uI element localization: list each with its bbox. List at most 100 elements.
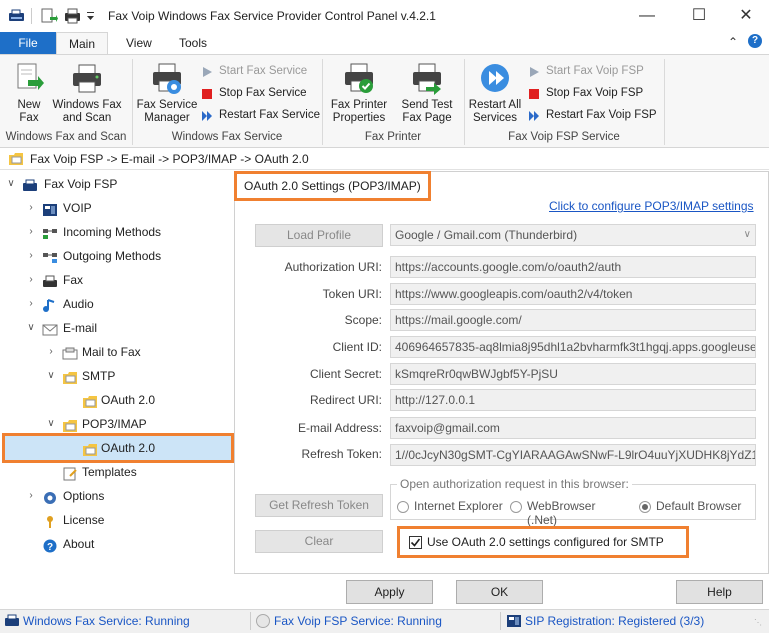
scope-field[interactable]: https://mail.google.com/	[390, 309, 756, 331]
radio-default-browser[interactable]: Default Browser	[639, 498, 751, 516]
get-refresh-token-button[interactable]: Get Refresh Token	[255, 494, 383, 517]
tree-item-smtp[interactable]: ∨ SMTP	[0, 364, 230, 388]
status-windows-fax-service[interactable]: Windows Fax Service: Running	[23, 614, 190, 628]
wfs-label-1: Windows Fax	[52, 99, 122, 111]
tree-item-incoming-methods[interactable]: › Incoming Methods	[0, 220, 230, 244]
chevron-right-icon[interactable]: ›	[26, 196, 36, 220]
voip-icon	[42, 201, 58, 216]
status-fax-voip-fsp-service[interactable]: Fax Voip FSP Service: Running	[274, 614, 442, 628]
start-fsp-label: Start Fax Voip FSP	[546, 65, 644, 77]
panel-heading: OAuth 2.0 Settings (POP3/IMAP)	[244, 179, 421, 193]
radio-icon	[397, 501, 409, 513]
svg-text:?: ?	[47, 542, 53, 553]
chevron-right-icon[interactable]: ›	[26, 268, 36, 292]
tree-item-license[interactable]: License	[0, 508, 230, 532]
test-label-1: Send Test	[401, 99, 453, 111]
configure-pop3-link[interactable]: Click to configure POP3/IMAP settings	[549, 199, 754, 213]
tab-main[interactable]: Main	[56, 32, 109, 54]
tree-item-voip[interactable]: › VOIP	[0, 196, 230, 220]
chevron-right-icon[interactable]: ›	[46, 340, 56, 364]
tab-view[interactable]: View	[114, 32, 164, 54]
client-secret-field[interactable]: kSmqreRr0qwBWJgbf5Y-PjSU	[390, 363, 756, 385]
chevron-down-icon[interactable]: ∨	[6, 172, 16, 196]
tree-item-pop3-oauth-selected[interactable]: OAuth 2.0	[2, 433, 234, 463]
start-fax-voip-fsp-button[interactable]: Start Fax Voip FSP	[528, 61, 644, 81]
tree-item-smtp-oauth[interactable]: OAuth 2.0	[0, 388, 230, 412]
restart-icon	[201, 109, 213, 121]
send-test-fax-page-button[interactable]: Send Test Fax Page	[396, 61, 458, 125]
restart-fax-service-button[interactable]: Restart Fax Service	[201, 105, 320, 125]
maximize-button[interactable]: ☐	[676, 2, 722, 30]
tree-label: Options	[63, 489, 105, 503]
tree-label: About	[63, 537, 95, 551]
email-field[interactable]: faxvoip@gmail.com	[390, 417, 756, 439]
help-button[interactable]: Help	[676, 580, 763, 604]
radio-label: Default Browser	[656, 499, 742, 513]
restart-all-label-1: Restart All	[468, 99, 522, 111]
radio-internet-explorer[interactable]: Internet Explorer	[397, 498, 507, 516]
client-secret-label: Client Secret:	[309, 367, 382, 381]
tree-item-fax-voip-fsp[interactable]: ∨ Fax Voip FSP	[0, 172, 230, 196]
tree-item-templates[interactable]: Templates	[0, 460, 230, 484]
apply-button[interactable]: Apply	[346, 580, 433, 604]
tree-item-outgoing-methods[interactable]: › Outgoing Methods	[0, 244, 230, 268]
test-label-2: Fax Page	[402, 112, 452, 124]
tree-label: OAuth 2.0	[101, 393, 156, 407]
restart-all-services-button[interactable]: Restart All Services	[466, 61, 524, 125]
window-title: Fax Voip Windows Fax Service Provider Co…	[108, 9, 436, 23]
help-icon[interactable]: ?	[748, 34, 762, 48]
ok-button[interactable]: OK	[456, 580, 543, 604]
wfs-label-2: and Scan	[62, 112, 112, 124]
audio-icon	[42, 297, 58, 312]
resize-grip-icon[interactable]: ⋱	[754, 618, 762, 627]
chevron-down-icon[interactable]: ∨	[26, 316, 36, 340]
windows-fax-and-scan-button[interactable]: Windows Fax and Scan	[50, 61, 124, 125]
client-id-field[interactable]: 406964657835-aq8lmia8j95dhl1a2bvharmfk3t…	[390, 336, 756, 358]
chevron-right-icon[interactable]: ›	[26, 220, 36, 244]
tree-item-fax[interactable]: › Fax	[0, 268, 230, 292]
collapse-ribbon-icon[interactable]: ⌃	[728, 35, 738, 49]
new-fax-button[interactable]: New Fax	[8, 61, 50, 125]
fax-service-manager-button[interactable]: Fax Service Manager	[136, 61, 198, 125]
load-profile-button[interactable]: Load Profile	[255, 224, 383, 247]
templates-icon	[62, 465, 78, 481]
refresh-token-field[interactable]: 1//0cJcyN30gSMT-CgYIARAAGAwSNwF-L9lrO4uu…	[390, 444, 756, 466]
restart-fax-service-label: Restart Fax Service	[219, 109, 320, 121]
tree-item-audio[interactable]: › Audio	[0, 292, 230, 316]
start-fax-service-button[interactable]: Start Fax Service	[201, 61, 307, 81]
radio-label: WebBrowser (.Net)	[527, 499, 596, 527]
use-smtp-oauth-checkbox-box[interactable]: Use OAuth 2.0 settings configured for SM…	[397, 526, 689, 558]
tree-item-about[interactable]: ? About	[0, 532, 230, 556]
radio-webbrowser-net[interactable]: WebBrowser (.Net)	[510, 498, 620, 527]
chevron-right-icon[interactable]: ›	[26, 292, 36, 316]
close-button[interactable]: ✕	[723, 2, 769, 30]
fsp-status-icon	[256, 614, 270, 628]
tree-item-options[interactable]: › Options	[0, 484, 230, 508]
auth-uri-field[interactable]: https://accounts.google.com/o/oauth2/aut…	[390, 256, 756, 278]
tree-item-email[interactable]: ∨ E-mail	[0, 316, 230, 340]
stop-fax-voip-fsp-button[interactable]: Stop Fax Voip FSP	[528, 83, 643, 103]
profile-select[interactable]: Google / Gmail.com (Thunderbird) ∨	[390, 224, 756, 246]
tree-item-mail-to-fax[interactable]: › Mail to Fax	[0, 340, 230, 364]
clear-button[interactable]: Clear	[255, 530, 383, 553]
qa-customize-icon[interactable]	[86, 8, 96, 24]
restart-fax-voip-fsp-button[interactable]: Restart Fax Voip FSP	[528, 105, 657, 125]
stop-fax-service-button[interactable]: Stop Fax Service	[201, 83, 307, 103]
tab-file[interactable]: File	[0, 32, 56, 54]
tree-label: E-mail	[63, 321, 98, 335]
printer-quick-icon[interactable]	[64, 8, 82, 24]
fax-printer-properties-button[interactable]: Fax Printer Properties	[328, 61, 390, 125]
checkbox-checked-icon[interactable]	[409, 536, 422, 549]
status-separator	[500, 612, 501, 630]
tab-tools[interactable]: Tools	[167, 32, 219, 54]
chevron-right-icon[interactable]: ›	[26, 244, 36, 268]
new-fax-label-2: Fax	[19, 112, 39, 124]
chevron-right-icon[interactable]: ›	[26, 484, 36, 508]
minimize-button[interactable]: —	[624, 2, 670, 30]
chevron-down-icon[interactable]: ∨	[46, 364, 56, 388]
redirect-uri-field[interactable]: http://127.0.0.1	[390, 389, 756, 411]
token-uri-field[interactable]: https://www.googleapis.com/oauth2/v4/tok…	[390, 283, 756, 305]
new-fax-quick-icon[interactable]	[40, 8, 58, 24]
new-fax-label-1: New	[17, 99, 41, 111]
status-sip-registration[interactable]: SIP Registration: Registered (3/3)	[525, 614, 704, 628]
